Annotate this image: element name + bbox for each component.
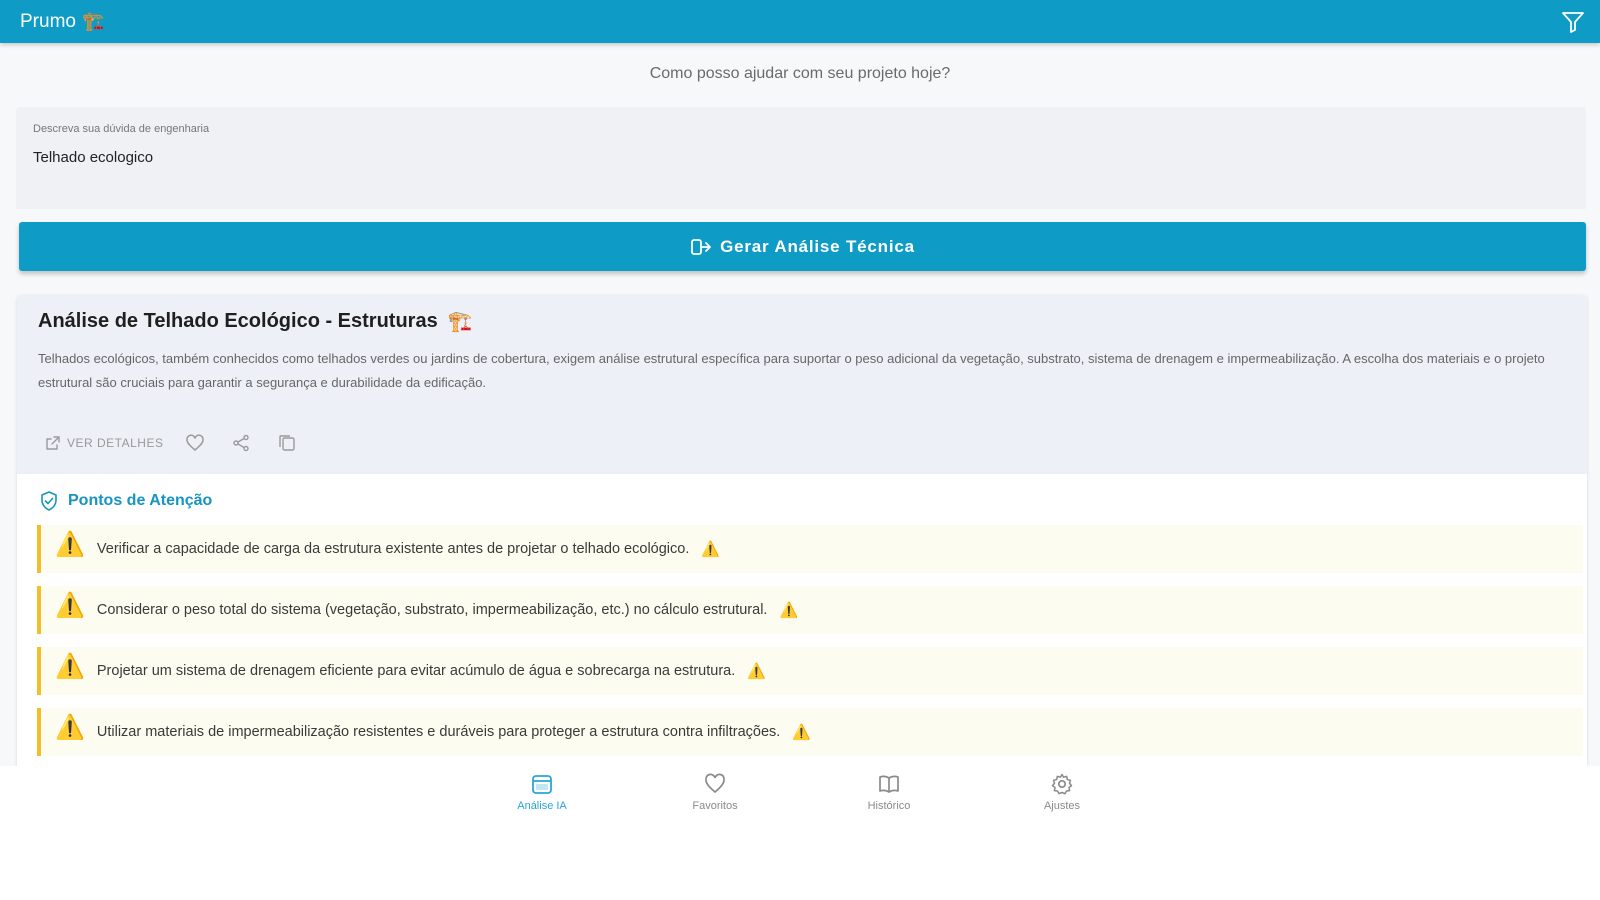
share-button[interactable] (227, 429, 255, 457)
share-icon (233, 434, 250, 452)
nav-label: Favoritos (692, 800, 738, 812)
attention-section-title: Pontos de Atenção (38, 490, 212, 512)
calendar-icon (532, 775, 552, 794)
card-actions: VER DETALHES (45, 429, 301, 457)
nav-label: Análise IA (517, 800, 567, 812)
analysis-card-header: Análise de Telhado Ecológico - Estrutura… (17, 295, 1587, 474)
heart-icon (705, 773, 725, 794)
attention-item: ⚠️ Considerar o peso total do sistema (v… (37, 586, 1583, 634)
nav-item-ajustes[interactable]: Ajustes (1007, 772, 1117, 812)
prompt-text: Como posso ajudar com seu projeto hoje? (649, 65, 951, 82)
nav-label: Histórico (867, 800, 911, 812)
warning-icon: ⚠️ (55, 531, 85, 558)
attention-title-text: Pontos de Atenção (68, 492, 213, 509)
question-field[interactable]: Descreva sua dúvida de engenharia Telhad… (16, 107, 1586, 209)
filter-button[interactable] (1560, 9, 1586, 35)
warning-icon: ⚠️ (55, 714, 85, 741)
attention-item-text: Verificar a capacidade de carga da estru… (96, 541, 690, 557)
copy-button[interactable] (273, 429, 301, 457)
warning-icon: ⚠️ (701, 541, 721, 558)
nav-item-historico[interactable]: Histórico (834, 772, 944, 812)
favorite-button[interactable] (181, 429, 209, 457)
view-details-button[interactable]: VER DETALHES (45, 429, 163, 457)
construction-icon: 🏗️ (81, 11, 105, 31)
filter-icon (1562, 11, 1584, 33)
main-content: Como posso ajudar com seu projeto hoje? … (0, 43, 1600, 766)
view-details-label: VER DETALHES (67, 436, 164, 450)
copy-icon (279, 435, 296, 451)
shield-check-icon (41, 491, 57, 511)
app-title: Prumo (20, 10, 76, 32)
attention-list: ⚠️ Verificar a capacidade de carga da es… (37, 525, 1583, 766)
question-field-label: Descreva sua dúvida de engenharia (33, 123, 210, 135)
attention-item-text: Considerar o peso total do sistema (vege… (96, 602, 768, 618)
question-field-value[interactable]: Telhado ecologico (33, 149, 153, 166)
generate-analysis-button[interactable]: Gerar Análise Técnica (19, 222, 1586, 271)
attention-item-text: Projetar um sistema de drenagem eficient… (96, 663, 736, 679)
analysis-title: Análise de Telhado Ecológico - Estrutura… (38, 309, 473, 334)
nav-item-favoritos[interactable]: Favoritos (660, 772, 770, 812)
heart-icon (186, 434, 205, 451)
gear-icon (1051, 773, 1073, 795)
analysis-title-text: Análise de Telhado Ecológico - Estrutura… (38, 310, 438, 332)
analysis-description: Telhados ecológicos, também conhecidos c… (38, 351, 1545, 390)
warning-icon: ⚠️ (792, 724, 811, 741)
warning-icon: ⚠️ (55, 592, 85, 619)
book-icon (879, 775, 899, 793)
warning-icon: ⚠️ (55, 653, 85, 680)
nav-label: Ajustes (1043, 800, 1081, 812)
nav-item-analise-ia[interactable]: Análise IA (487, 772, 597, 812)
attention-item: ⚠️ Verificar a capacidade de carga da es… (37, 525, 1583, 573)
attention-item-text: Utilizar materiais de impermeabilização … (96, 724, 781, 740)
warning-icon: ⚠️ (747, 663, 766, 680)
analysis-card: Análise de Telhado Ecológico - Estrutura… (17, 295, 1587, 766)
warning-icon: ⚠️ (779, 602, 799, 619)
attention-item: ⚠️ Projetar um sistema de drenagem efici… (37, 647, 1583, 695)
bottom-navigation: Análise IA Favoritos Histórico Ajustes (0, 766, 1600, 900)
app-brand: Prumo 🏗️ (20, 11, 104, 33)
external-link-icon (46, 436, 60, 450)
construction-icon: 🏗️ (447, 311, 473, 333)
app-bar: Prumo 🏗️ (0, 0, 1600, 43)
attention-item: ⚠️ Utilizar materiais de impermeabilizaç… (37, 708, 1583, 756)
generate-analysis-label: Gerar Análise Técnica (720, 236, 915, 256)
sparkle-wand-icon (691, 238, 712, 255)
